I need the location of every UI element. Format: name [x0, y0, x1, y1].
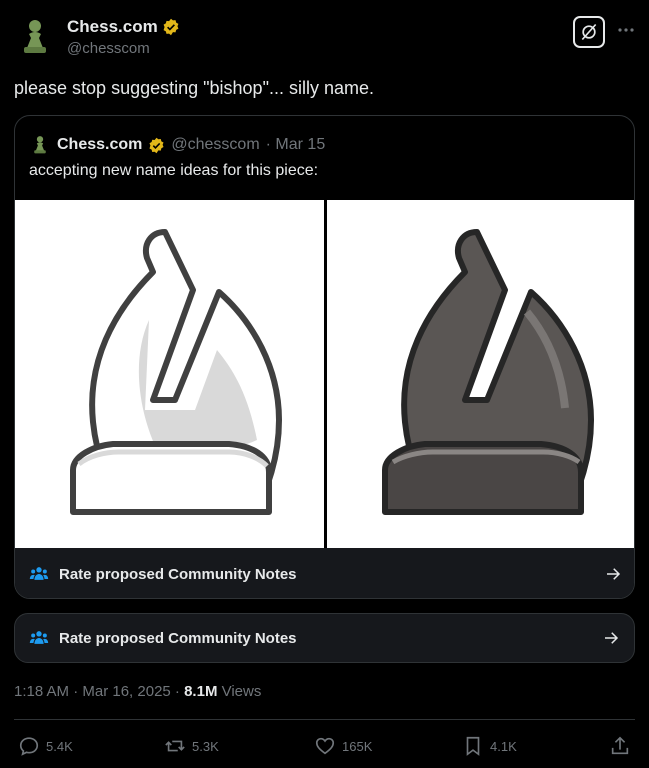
author-name-row[interactable]: Chess.com [67, 17, 180, 37]
quote-media [15, 200, 634, 548]
reply-count: 5.4K [46, 738, 73, 754]
white-bishop-image[interactable] [15, 200, 324, 548]
share-button[interactable] [609, 735, 631, 757]
pawn-avatar-icon [24, 20, 46, 53]
quoted-tweet[interactable]: Chess.com @chesscom · Mar 15 accepting n… [14, 115, 635, 599]
grok-icon [581, 23, 597, 41]
quote-text: accepting new name ideas for this piece: [29, 162, 319, 179]
quote-author-name: Chess.com [57, 136, 143, 153]
tweet-text: please stop suggesting "bishop"... silly… [14, 78, 374, 98]
more-button[interactable] [614, 18, 638, 42]
author-name[interactable]: Chess.com [67, 17, 158, 37]
quote-date: · Mar 15 [265, 136, 326, 153]
verified-badge-icon [163, 18, 179, 36]
tweet-timestamp[interactable]: 1:18 AM · Mar 16, 2025 · [14, 683, 184, 700]
tweet-meta: 1:18 AM · Mar 16, 2025 · 8.1M Views [14, 683, 261, 700]
divider [14, 719, 635, 720]
share-icon [611, 736, 629, 755]
grok-button[interactable] [573, 16, 605, 48]
pawn-avatar-icon [34, 136, 46, 154]
repost-button[interactable]: 5.3K [164, 735, 219, 757]
bookmark-button[interactable]: 4.1K [462, 735, 517, 757]
quote-header: Chess.com @chesscom · Mar 15 [29, 134, 325, 156]
people-icon [29, 567, 49, 580]
arrow-right-icon [607, 568, 621, 580]
verified-badge-icon [149, 137, 164, 153]
author-handle[interactable]: @chesscom [67, 40, 150, 57]
views-label: Views [217, 683, 262, 700]
view-count: 8.1M [184, 683, 218, 700]
avatar[interactable] [14, 16, 56, 58]
black-bishop-image[interactable] [327, 200, 634, 548]
bookmark-count: 4.1K [490, 738, 517, 754]
quote-notes-label: Rate proposed Community Notes [59, 565, 297, 583]
like-count: 165K [342, 738, 373, 754]
quote-community-notes-bar[interactable]: Rate proposed Community Notes [15, 548, 634, 598]
people-icon [29, 631, 49, 644]
like-button[interactable]: 165K [314, 735, 372, 757]
community-notes-bar[interactable]: Rate proposed Community Notes [14, 613, 635, 663]
bookmark-icon [466, 736, 480, 756]
reply-icon [19, 737, 39, 756]
quote-author-handle: @chesscom [171, 136, 260, 153]
arrow-right-icon [605, 632, 619, 644]
action-bar: 5.4K 5.3K 165K 4.1K [14, 735, 635, 759]
reply-button[interactable]: 5.4K [18, 735, 73, 757]
white-bishop-icon [70, 229, 282, 515]
repost-count: 5.3K [192, 738, 219, 754]
like-icon [315, 737, 335, 755]
notes-label: Rate proposed Community Notes [59, 629, 297, 647]
repost-icon [165, 740, 185, 752]
black-bishop-icon [382, 229, 594, 515]
more-icon [618, 28, 634, 32]
